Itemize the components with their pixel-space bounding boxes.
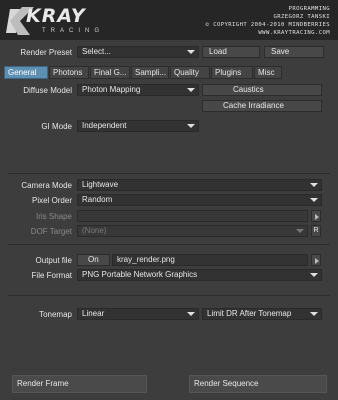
chevron-down-icon [187,88,195,92]
chevron-down-icon [310,198,318,202]
chevron-down-icon [296,229,304,233]
tab-misc[interactable]: Misc [254,66,282,79]
play-arrow-icon [315,214,319,220]
divider [8,244,330,245]
chevron-down-icon [310,312,318,316]
render-preset-label: Render Preset [20,48,72,57]
save-button[interactable]: Save [264,46,324,58]
tonemap-label: Tonemap [39,310,72,319]
info-line: PROGRAMMING [288,6,330,12]
camera-mode-value: Lightwave [82,180,119,189]
tonemap-value: Linear [82,309,105,318]
render-frame-button[interactable]: Render Frame [12,375,147,393]
pixel-order-value: Random [82,195,113,204]
render-preset-dropdown[interactable]: Select... [77,46,199,58]
diffuse-model-value: Photon Mapping [82,85,141,94]
iris-shape-label: Iris Shape [35,212,72,221]
caustics-button[interactable]: Caustics [202,84,322,96]
file-format-dropdown[interactable]: PNG Portable Network Graphics [77,269,322,281]
diffuse-model-dropdown[interactable]: Photon Mapping [77,84,199,96]
divider [8,173,330,174]
dof-target-value: (None) [82,226,107,235]
tab-quality[interactable]: Quality [170,66,210,79]
pixel-order-dropdown[interactable]: Random [77,194,322,206]
output-on-toggle[interactable]: On [77,254,110,266]
render-sequence-button[interactable]: Render Sequence [189,375,327,393]
gi-mode-value: Independent [82,121,127,130]
output-file-browse-button[interactable] [311,254,321,266]
tab-general[interactable]: General [4,66,48,79]
tab-final-gather[interactable]: Final G... [90,66,130,79]
load-button[interactable]: Load [202,46,260,58]
dof-reset-button[interactable]: R [311,225,321,237]
tab-plugins[interactable]: Plugins [211,66,253,79]
iris-shape-browse-button[interactable] [311,210,321,222]
chevron-down-icon [187,312,195,316]
file-format-value: PNG Portable Network Graphics [82,270,198,279]
logo-text: KRAY [26,5,86,27]
camera-mode-label: Camera Mode [21,181,72,190]
play-arrow-icon [315,258,319,264]
info-line: WWW.KRAYTRACING.COM [258,30,330,36]
dof-target-label: DOF Target [30,227,72,236]
camera-mode-dropdown[interactable]: Lightwave [77,179,322,191]
pixel-order-label: Pixel Order [31,196,72,205]
header-banner: KRAY TRACING PROGRAMMING GRZEGORZ TANSKI… [0,0,338,40]
settings-panel: Render Preset Select... Load Save Genera… [0,40,338,400]
header-info: PROGRAMMING GRZEGORZ TANSKI © COPYRIGHT … [206,5,330,37]
tab-sampling[interactable]: Sampli... [131,66,169,79]
chevron-down-icon [310,183,318,187]
output-file-field[interactable]: kray_render.png [112,254,308,266]
dof-target-dropdown[interactable]: (None) [77,225,308,237]
kray-logo: KRAY TRACING [6,3,126,39]
chevron-down-icon [310,273,318,277]
limit-dr-value: Limit DR After Tonemap [207,309,292,318]
render-preset-value: Select... [82,47,111,56]
info-line: GRZEGORZ TANSKI [273,14,330,20]
tab-photons[interactable]: Photons [49,66,89,79]
output-file-label: Output file [35,256,72,265]
tonemap-dropdown[interactable]: Linear [77,308,199,320]
file-format-label: File Format [31,271,72,280]
gi-mode-label: GI Mode [41,122,72,131]
iris-shape-field[interactable] [77,210,308,222]
logo-subtitle: TRACING [42,28,104,34]
chevron-down-icon [187,124,195,128]
limit-dr-dropdown[interactable]: Limit DR After Tonemap [202,308,322,320]
divider [8,295,330,296]
chevron-down-icon [187,50,195,54]
gi-mode-dropdown[interactable]: Independent [77,120,199,132]
cache-irradiance-button[interactable]: Cache Irradiance [202,100,322,112]
info-line: © COPYRIGHT 2004-2010 MINDBERRIES [205,22,330,28]
diffuse-model-label: Diffuse Model [23,86,72,95]
